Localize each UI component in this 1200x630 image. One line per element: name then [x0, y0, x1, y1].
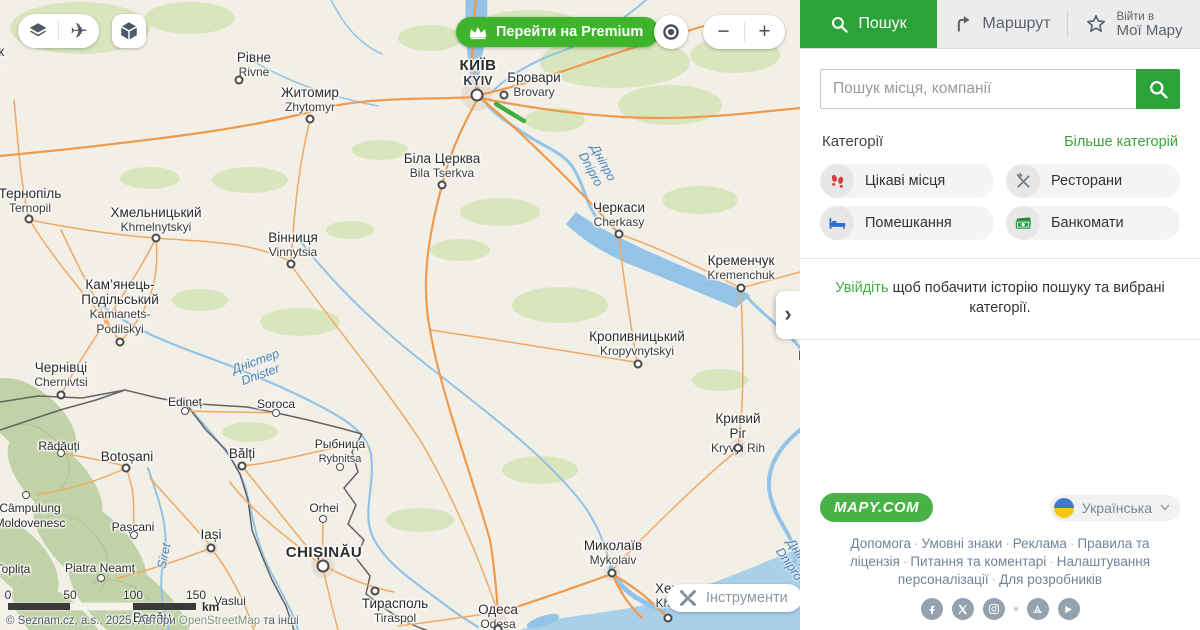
tools-label: Інструменти [706, 590, 788, 606]
chevron-down-icon [1160, 504, 1170, 511]
star-icon [1085, 13, 1107, 35]
footer-link[interactable]: Реклама [1013, 536, 1067, 551]
categories-title: Категорії [822, 133, 883, 150]
footer-link[interactable]: Умовні знаки [922, 536, 1003, 551]
aerial-view-icon[interactable]: ✈ [59, 14, 99, 48]
social-row [820, 598, 1180, 620]
map-style-pill: ✈ [18, 14, 99, 48]
category-label: Банкомати [1051, 215, 1124, 231]
mapy-logo[interactable]: MAPY.COM [820, 493, 933, 522]
category-label: Цікаві місця [865, 173, 945, 189]
scale-unit: km [202, 600, 219, 614]
search-section: Категорії Більше категорій Цікаві місця Р… [800, 49, 1200, 259]
search-input[interactable] [820, 69, 1136, 109]
scale-tick: 50 [63, 588, 76, 602]
separator-dot [1014, 607, 1018, 611]
link-separator: · [1005, 536, 1010, 551]
footer-link[interactable]: Допомога [850, 536, 911, 551]
view-3d-button[interactable] [112, 14, 146, 48]
scale-tick: 0 [5, 588, 12, 602]
link-separator: · [1070, 536, 1075, 551]
crown-icon [468, 24, 488, 40]
tools-button[interactable]: Інструменти [667, 584, 800, 612]
footprints-icon [820, 164, 854, 198]
cutlery-icon [1006, 164, 1040, 198]
map-attribution: © Seznam.cz, a.s., 2025, Автори OpenStre… [6, 615, 299, 627]
chevron-right-icon: › [784, 301, 791, 327]
panel-footer: MAPY.COM Українська Допомога·Умовні знак… [800, 484, 1200, 630]
my-location-button[interactable] [654, 15, 688, 49]
map-art [0, 0, 800, 630]
category-grid: Цікаві місця Ресторани Помешкання Банкомати [820, 164, 1180, 240]
x-icon[interactable] [952, 598, 974, 620]
category-label: Ресторани [1051, 173, 1122, 189]
banknote-icon [1006, 206, 1040, 240]
login-link[interactable]: Увійдіть [835, 280, 888, 296]
panel-tabs: Пошук Маршрут Війти вМої Mapy [800, 0, 1200, 49]
link-separator: · [903, 554, 908, 569]
tab-search[interactable]: Пошук [800, 0, 937, 48]
google-play-icon[interactable] [1058, 598, 1080, 620]
link-separator: · [992, 572, 997, 587]
measure-tools-icon [677, 587, 699, 609]
tab-login-my-maps[interactable]: Війти вМої Mapy [1068, 0, 1200, 48]
search-icon [1148, 79, 1169, 100]
side-panel: Пошук Маршрут Війти вМої Mapy Категорії [800, 0, 1200, 630]
gps-icon [660, 21, 682, 43]
app-store-icon[interactable] [1027, 598, 1049, 620]
category-chip-banknote[interactable]: Банкомати [1006, 206, 1180, 240]
more-categories-link[interactable]: Більше категорій [1064, 134, 1178, 150]
link-separator: · [914, 536, 919, 551]
map-canvas[interactable]: КИЇВKYIVБровариBrovaryЖитомирZhytomyrРів… [0, 0, 800, 630]
route-icon [953, 14, 973, 34]
link-separator: · [1049, 554, 1054, 569]
bed-icon [820, 206, 854, 240]
login-prompt: Увійдіть щоб побачити історію пошуку та … [800, 259, 1200, 340]
facebook-icon[interactable] [921, 598, 943, 620]
zoom-out-button[interactable]: − [704, 15, 744, 49]
search-submit-button[interactable] [1136, 69, 1180, 109]
tab-route[interactable]: Маршрут [937, 0, 1067, 48]
instagram-icon[interactable] [983, 598, 1005, 620]
footer-links: Допомога·Умовні знаки·Реклама·Правила та… [820, 535, 1180, 589]
category-chip-bed[interactable]: Помешкання [820, 206, 994, 240]
category-chip-cutlery[interactable]: Ресторани [1006, 164, 1180, 198]
cube-3d-icon [118, 20, 140, 42]
language-label: Українська [1082, 500, 1152, 516]
category-label: Помешкання [865, 215, 952, 231]
premium-label: Перейти на Premium [496, 24, 643, 40]
ukraine-flag-icon [1054, 498, 1074, 518]
language-selector[interactable]: Українська [1050, 495, 1180, 521]
scale-tick: 100 [123, 588, 143, 602]
osm-link[interactable]: OpenStreetMap [179, 615, 260, 627]
category-chip-footprints[interactable]: Цікаві місця [820, 164, 994, 198]
layers-icon[interactable] [18, 14, 58, 48]
zoom-controls: − + [703, 15, 785, 49]
collapse-panel-button[interactable]: › [776, 291, 800, 339]
premium-button[interactable]: Перейти на Premium [456, 17, 659, 47]
footer-link[interactable]: Питання та коментарі [910, 554, 1046, 569]
zoom-in-button[interactable]: + [745, 15, 785, 49]
mapy-app: КИЇВKYIVБровариBrovaryЖитомирZhytomyrРів… [0, 0, 1200, 630]
search-icon [830, 15, 849, 34]
footer-link[interactable]: Для розробників [999, 572, 1102, 587]
